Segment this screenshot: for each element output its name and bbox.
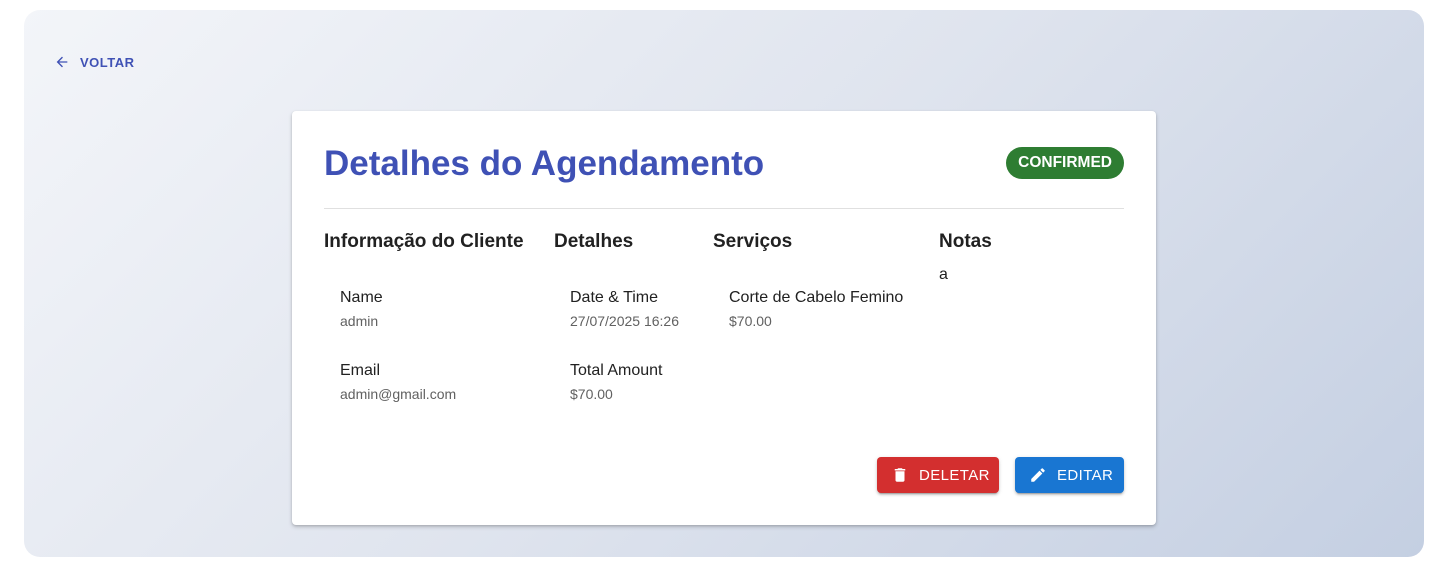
notes-heading: Notas [939,231,992,252]
client-email-label: Email [340,362,381,379]
details-heading: Detalhes [554,231,634,252]
divider [324,208,1124,209]
edit-label: EDITAR [1057,466,1114,484]
appointment-card: Detalhes do Agendamento CONFIRMED Inform… [292,111,1156,525]
trash-icon [891,466,909,484]
client-name-label: Name [340,289,383,306]
services-heading: Serviços [713,231,793,252]
client-email-value: admin@gmail.com [340,386,457,402]
datetime-label: Date & Time [570,289,659,306]
pencil-icon [1029,466,1047,484]
notes-text: a [939,266,948,283]
page-background: VOLTAR Detalhes do Agendamento CONFIRMED… [24,10,1424,557]
service-name: Corte de Cabelo Femino [729,289,904,306]
arrow-left-icon [54,54,70,70]
delete-button[interactable]: DELETAR [877,457,999,493]
page-title: Detalhes do Agendamento [324,144,765,183]
total-amount-value: $70.00 [570,386,613,402]
edit-button[interactable]: EDITAR [1015,457,1124,493]
total-amount-label: Total Amount [570,362,663,379]
client-name-value: admin [340,313,379,329]
back-button[interactable]: VOLTAR [52,50,141,74]
client-info-heading: Informação do Cliente [324,231,524,252]
service-price: $70.00 [729,313,772,329]
delete-label: DELETAR [919,466,990,484]
status-badge: CONFIRMED [1006,147,1124,179]
back-label: VOLTAR [80,54,135,70]
datetime-value: 27/07/2025 16:26 [570,313,679,329]
